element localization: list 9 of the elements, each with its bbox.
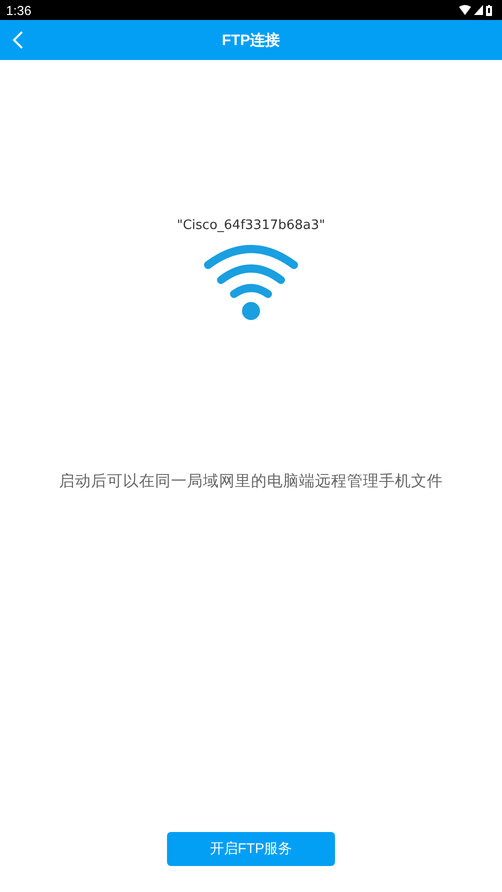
wifi-signal-icon [459, 5, 471, 15]
network-name: "Cisco_64f3317b68a3" [176, 218, 326, 233]
battery-icon [486, 4, 492, 16]
screen-title: FTP连接 [222, 30, 280, 50]
start-ftp-button[interactable]: 开启FTP服务 [167, 832, 335, 866]
description-text: 启动后可以在同一局域网里的电脑端远程管理手机文件 [59, 472, 443, 492]
back-icon [12, 31, 24, 49]
status-time: 1:36 [6, 2, 32, 18]
cell-signal-icon [474, 5, 483, 15]
